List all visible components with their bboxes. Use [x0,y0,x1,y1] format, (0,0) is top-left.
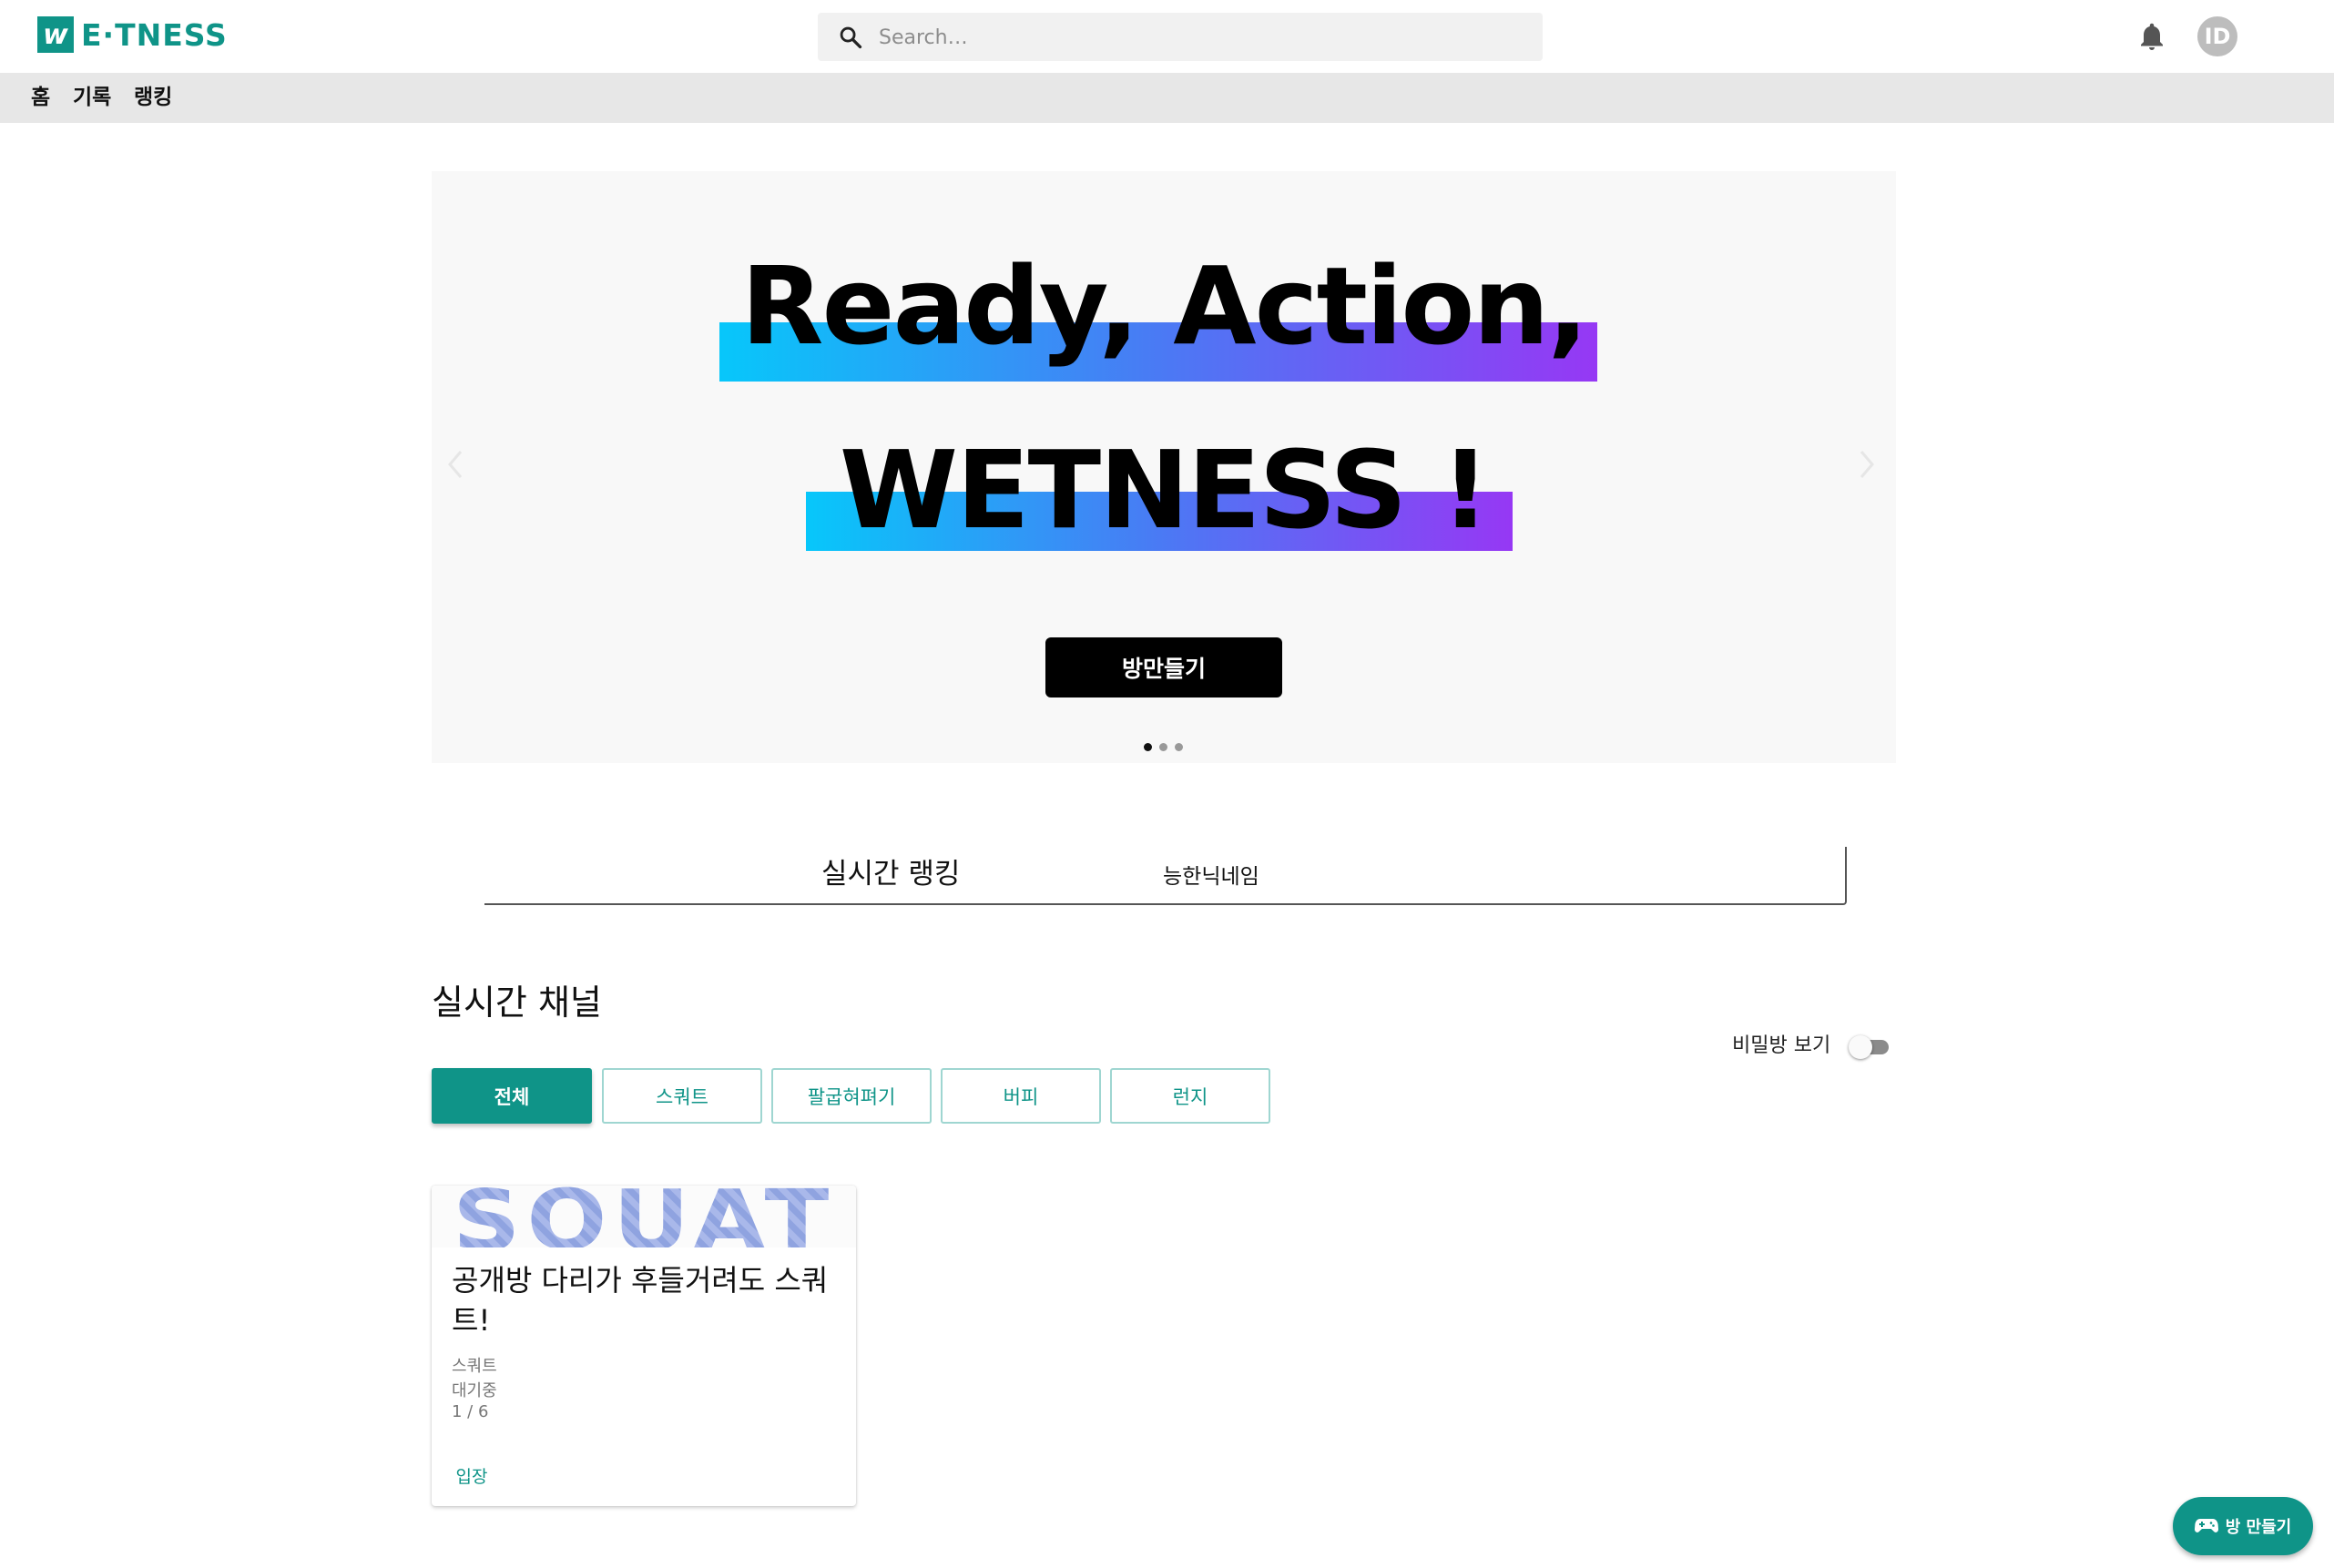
carousel-indicators [1144,743,1183,751]
room-category: 스쿼트 [452,1357,497,1376]
svg-text:SQUAT: SQUAT [453,1186,835,1247]
filter-squat-button[interactable]: 스쿼트 [602,1068,762,1124]
avatar[interactable]: ID [2197,16,2237,56]
carousel-dot[interactable] [1144,743,1152,751]
carousel-dot[interactable] [1159,743,1167,751]
fab-label: 방 만들기 [2225,1518,2292,1537]
banner-headline-1: Ready, Action, [740,243,1589,369]
realtime-ranking: 실시간 랭킹 능한닉네임 [484,847,1847,905]
room-card[interactable]: SQUAT 공개방 다리가 후들거려도 스쿼트! 스쿼트 대기중 1 / 6 입… [432,1186,856,1506]
main-nav: 홈 기록 랭킹 [0,73,2334,123]
room-title: 공개방 다리가 후들거려도 스쿼트! [452,1263,829,1338]
nav-item-records[interactable]: 기록 [73,73,111,123]
ranking-current-name[interactable]: 능한닉네임 [1163,859,1259,890]
room-status: 대기중 [452,1381,497,1400]
room-enter-button[interactable]: 입장 [444,1455,499,1495]
search-bar [818,13,1543,63]
channels-title: 실시간 채널 [432,983,602,1023]
filter-all-button[interactable]: 전체 [432,1068,592,1124]
ranking-title: 실시간 랭킹 [821,858,961,891]
room-occupancy: 1 / 6 [452,1402,489,1421]
filter-pushup-button[interactable]: 팔굽혀펴기 [771,1068,932,1124]
notification-bell-icon[interactable] [2135,20,2168,53]
search-input[interactable] [877,13,1518,63]
secret-room-label: 비밀방 보기 [1732,1034,1831,1057]
gamepad-icon [2194,1519,2218,1532]
banner-create-room-button[interactable]: 방만들기 [1045,637,1282,697]
top-bar: w E·TNESS ID [0,0,2334,73]
nav-item-home[interactable]: 홈 [31,73,50,123]
toggle-knob [1849,1035,1872,1059]
banner-headline-2: WETNESS ! [839,427,1490,553]
carousel-prev-icon[interactable] [443,446,470,483]
create-room-fab[interactable]: 방 만들기 [2173,1497,2313,1555]
carousel-next-icon[interactable] [1852,446,1880,483]
search-icon [840,26,862,49]
secret-room-toggle[interactable] [1849,1035,1892,1059]
carousel-dot[interactable] [1175,743,1183,751]
filter-burpee-button[interactable]: 버피 [941,1068,1101,1124]
logo-text: E·TNESS [81,16,228,53]
logo-mark: w [37,16,74,53]
hero-carousel: Ready, Action, WETNESS ! 방만들기 [432,171,1896,763]
nav-item-ranking[interactable]: 랭킹 [134,73,172,123]
room-card-image: SQUAT [432,1186,856,1247]
filter-lunge-button[interactable]: 런지 [1110,1068,1270,1124]
logo[interactable]: w E·TNESS [37,16,228,53]
